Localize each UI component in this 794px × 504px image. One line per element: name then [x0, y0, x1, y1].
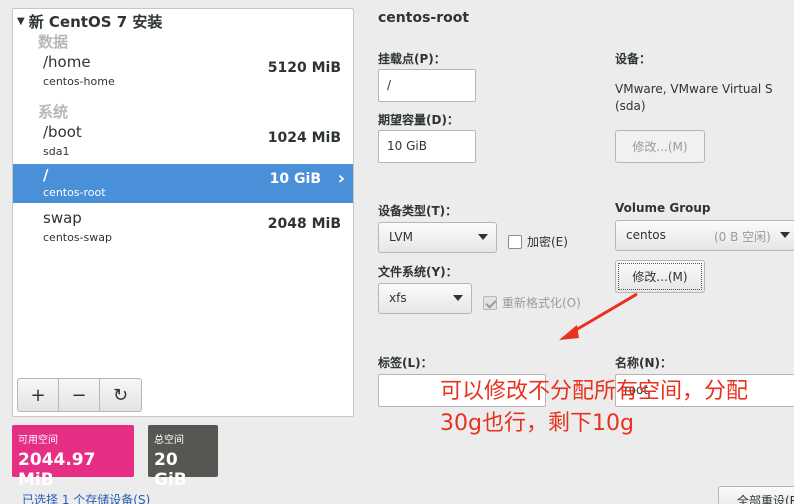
- device-value-line2: (sda): [615, 99, 646, 113]
- reset-all-button[interactable]: 全部重设(R): [718, 486, 794, 504]
- filesystem-label: 文件系统(Y)：: [378, 265, 458, 279]
- device-type-value: LVM: [389, 230, 413, 244]
- annotation-arrow-icon: [559, 292, 638, 340]
- mount-device: centos-home: [43, 75, 115, 88]
- device-type-select[interactable]: LVM: [378, 222, 497, 253]
- device-type-label: 设备类型(T)：: [378, 204, 458, 218]
- mount-point-panel: ▼ 新 CentOS 7 安装 数据 /home centos-home 512…: [12, 8, 354, 417]
- volume-group-label: Volume Group: [615, 201, 711, 215]
- mount-point-input[interactable]: /: [378, 69, 476, 102]
- capacity-label: 期望容量(D)：: [378, 113, 459, 127]
- mount-name: swap: [43, 209, 82, 227]
- installation-title: 新 CentOS 7 安装: [28, 13, 163, 31]
- checkbox-box: [483, 295, 497, 310]
- mount-row-root[interactable]: / centos-root 10 GiB ›: [13, 164, 353, 203]
- capacity-input[interactable]: 10 GiB: [378, 130, 476, 163]
- mount-device: centos-root: [43, 186, 106, 199]
- modify-device-button[interactable]: 修改...(M): [615, 130, 705, 163]
- mount-row-boot[interactable]: /boot sda1 1024 MiB: [13, 123, 353, 165]
- mount-name: /boot: [43, 123, 82, 141]
- volume-group-free: (0 B 空闲): [714, 230, 771, 244]
- mount-size: 1024 MiB: [267, 130, 341, 146]
- encrypt-checkbox[interactable]: 加密(E): [508, 233, 568, 250]
- filesystem-value: xfs: [389, 291, 407, 305]
- total-space-box: 总空间 20 GiB: [148, 425, 218, 490]
- chevron-right-icon: ›: [337, 168, 345, 189]
- mount-row-swap[interactable]: swap centos-swap 2048 MiB: [13, 209, 353, 251]
- installation-tree-header[interactable]: ▼ 新 CentOS 7 安装: [17, 11, 162, 32]
- filesystem-select[interactable]: xfs: [378, 283, 472, 314]
- refresh-button[interactable]: ↻: [100, 379, 141, 411]
- expander-down-icon[interactable]: ▼: [17, 16, 25, 27]
- volume-group-value: centos: [626, 228, 666, 242]
- name-label: 名称(N)：: [615, 356, 673, 370]
- device-label: 设备：: [615, 52, 652, 66]
- mount-device: sda1: [43, 145, 70, 158]
- mount-device: centos-swap: [43, 231, 112, 244]
- detail-title: centos-root: [378, 10, 470, 26]
- volume-group-select[interactable]: centos (0 B 空闲): [615, 220, 794, 251]
- available-space-label: 可用空间: [18, 435, 58, 446]
- annotation-text: 可以修改不分配所有空间，分配30g也行，剩下10g: [440, 379, 749, 436]
- add-mount-button[interactable]: +: [18, 379, 59, 411]
- mount-toolbar: + − ↻: [17, 378, 142, 412]
- dropdown-arrow-icon: [453, 295, 463, 301]
- tag-label: 标签(L)：: [378, 356, 433, 370]
- checkbox-box: [508, 234, 522, 249]
- mount-point-label: 挂载点(P)：: [378, 52, 446, 66]
- group-label-system: 系统: [38, 103, 69, 121]
- total-space-value: 20 GiB: [154, 450, 187, 490]
- mount-row-home[interactable]: /home centos-home 5120 MiB: [13, 53, 353, 95]
- remove-mount-button[interactable]: −: [59, 379, 100, 411]
- device-value-line1: VMware, VMware Virtual S: [615, 82, 773, 96]
- encrypt-label: 加密(E): [527, 235, 568, 249]
- total-space-label: 总空间: [154, 435, 184, 446]
- available-space-box: 可用空间 2044.97 MiB: [12, 425, 134, 490]
- group-label-data: 数据: [38, 33, 69, 51]
- mount-size: 2048 MiB: [267, 216, 341, 232]
- dropdown-arrow-icon: [780, 232, 790, 238]
- mount-size: 5120 MiB: [267, 60, 341, 76]
- dropdown-arrow-icon: [478, 234, 488, 240]
- selected-storage-devices-link[interactable]: 已选择 1 个存储设备(S): [22, 491, 150, 504]
- mount-size: 10 GiB: [269, 171, 321, 187]
- available-space-value: 2044.97 MiB: [18, 450, 96, 490]
- mount-name: /home: [43, 53, 91, 71]
- modify-volume-group-button[interactable]: 修改...(M): [615, 260, 705, 293]
- mount-name: /: [43, 166, 49, 184]
